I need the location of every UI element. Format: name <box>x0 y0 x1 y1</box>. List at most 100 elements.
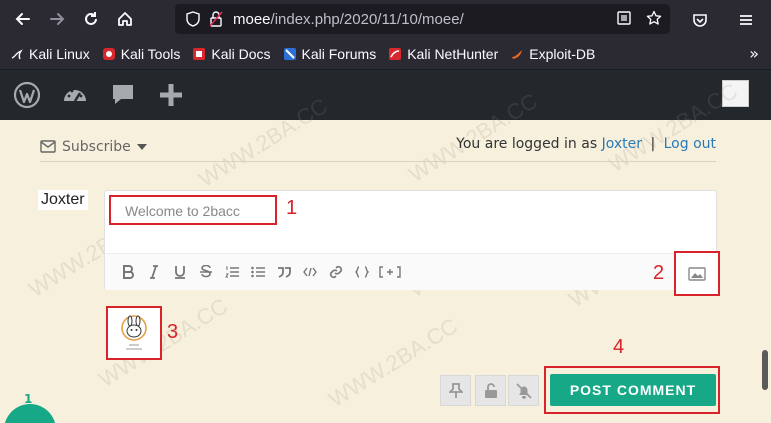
exploit-db-icon <box>512 49 523 59</box>
bookmark-kali-forums[interactable]: Kali Forums <box>283 45 377 62</box>
url-text[interactable]: moee/index.php/2020/11/10/moee/ <box>233 11 464 28</box>
home-icon <box>118 12 132 26</box>
bookmarks-bar: Kali Linux Kali Tools Kali Docs Kali For… <box>0 38 771 70</box>
code-icon <box>302 267 317 277</box>
kali-tools-icon <box>102 47 115 60</box>
bullet-list-icon <box>250 266 265 278</box>
comment-bubble-icon <box>113 85 133 104</box>
page-scrollbar[interactable] <box>762 350 768 390</box>
dashboard-gauge-icon <box>64 89 86 102</box>
annotation-2: 2 <box>653 262 665 284</box>
link-icon <box>329 265 342 279</box>
quote-icon <box>277 267 291 278</box>
tracking-shield-icon[interactable] <box>185 11 201 27</box>
subscribe-label: Subscribe <box>62 138 131 155</box>
bookmark-label: Kali Forums <box>301 45 377 62</box>
reload-button[interactable] <box>74 2 108 36</box>
separator: | <box>650 136 656 152</box>
pin-icon <box>448 382 463 398</box>
logged-in-prefix: You are logged in as <box>456 136 598 152</box>
bookmark-label: Kali Linux <box>29 45 90 62</box>
user-avatar-button[interactable] <box>722 80 749 107</box>
new-content-button[interactable] <box>150 74 192 116</box>
bookmark-star-icon[interactable] <box>646 10 662 26</box>
code-block-button[interactable] <box>353 262 370 282</box>
italic-icon <box>149 265 158 279</box>
image-upload-button[interactable] <box>674 251 720 296</box>
annotation-4: 4 <box>613 336 625 358</box>
quote-button[interactable] <box>275 262 292 282</box>
ordered-list-icon <box>224 266 239 278</box>
post-comment-button[interactable]: POST COMMENT <box>550 374 716 406</box>
bookmark-kali-tools[interactable]: Kali Tools <box>102 46 180 62</box>
bookmark-exploit-db[interactable]: Exploit-DB <box>510 46 595 62</box>
bullet-list-button[interactable] <box>249 262 266 282</box>
notification-bubble-button[interactable] <box>4 404 56 423</box>
bookmark-label: Kali Docs <box>211 45 271 62</box>
link-button[interactable] <box>327 262 344 282</box>
bookmark-kali-nethunter[interactable]: Kali NetHunter <box>388 46 498 62</box>
editor-toolbar <box>105 253 716 290</box>
kali-forums-icon <box>283 47 296 60</box>
private-comment-button[interactable] <box>475 375 506 406</box>
kali-dragon-icon <box>11 49 23 59</box>
plus-icon <box>160 84 182 106</box>
bookmark-label: Kali NetHunter <box>407 45 499 62</box>
italic-button[interactable] <box>145 262 162 282</box>
bold-button[interactable] <box>119 262 136 282</box>
kali-nethunter-icon <box>389 47 402 60</box>
bold-icon <box>122 265 134 279</box>
spoiler-plus-icon <box>379 266 401 278</box>
bell-off-icon <box>515 382 532 399</box>
comment-input[interactable]: Welcome to 2bacc <box>109 195 277 225</box>
bookmarks-overflow-button[interactable]: » <box>749 44 759 63</box>
bookmark-kali-docs[interactable]: Kali Docs <box>192 45 271 62</box>
home-button[interactable] <box>108 2 142 36</box>
bookmark-kali-linux[interactable]: Kali Linux <box>10 46 90 62</box>
post-comment-highlight: POST COMMENT <box>544 366 720 414</box>
subscribe-dropdown[interactable]: Subscribe <box>40 139 147 155</box>
wp-admin-bar <box>0 70 771 120</box>
comments-button[interactable] <box>102 74 144 116</box>
image-icon <box>688 266 706 281</box>
curly-braces-icon <box>354 266 369 278</box>
wordpress-logo-icon <box>13 81 41 109</box>
wordpress-logo-button[interactable] <box>6 74 48 116</box>
pin-button[interactable] <box>440 375 471 406</box>
rabbit-image-icon <box>121 315 147 350</box>
back-button[interactable] <box>6 2 40 36</box>
menu-button[interactable] <box>729 3 763 37</box>
logout-link[interactable]: Log out <box>664 136 716 152</box>
login-status: You are logged in as Joxter | Log out <box>456 136 716 152</box>
url-host: moee <box>233 10 271 28</box>
code-button[interactable] <box>301 262 318 282</box>
pocket-button[interactable] <box>683 3 717 37</box>
url-bar[interactable]: moee/index.php/2020/11/10/moee/ <box>175 4 670 34</box>
uploaded-image-thumbnail[interactable] <box>106 306 162 360</box>
reload-icon <box>85 12 97 25</box>
dashboard-button[interactable] <box>54 74 96 116</box>
comment-author-name: Joxter <box>38 190 88 210</box>
strike-button[interactable] <box>197 262 214 282</box>
arrow-right-icon <box>50 13 65 25</box>
kali-docs-icon <box>193 47 206 60</box>
browser-toolbar: moee/index.php/2020/11/10/moee/ <box>0 0 771 38</box>
annotation-3: 3 <box>167 321 179 343</box>
comment-editor: Welcome to 2bacc <box>104 190 717 290</box>
underline-button[interactable] <box>171 262 188 282</box>
forward-button[interactable] <box>40 2 74 36</box>
annotation-1: 1 <box>286 197 298 219</box>
unlock-icon <box>484 382 497 398</box>
envelope-icon <box>40 140 56 153</box>
user-link[interactable]: Joxter <box>602 136 642 152</box>
underline-icon <box>174 266 185 279</box>
strikethrough-icon <box>199 265 212 278</box>
hamburger-menu-icon <box>740 15 752 25</box>
spoiler-button[interactable] <box>379 262 401 282</box>
notification-toggle-button[interactable] <box>508 375 539 406</box>
url-path: /index.php/2020/11/10/moee/ <box>270 10 464 28</box>
insecure-lock-icon[interactable] <box>209 11 223 27</box>
ordered-list-button[interactable] <box>223 262 240 282</box>
arrow-left-icon <box>15 13 30 25</box>
reader-view-icon[interactable] <box>616 10 632 26</box>
